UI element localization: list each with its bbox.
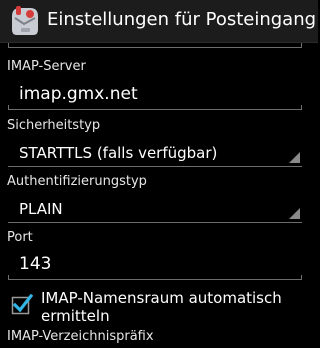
security-type-value: STARTTLS (falls verfügbar) bbox=[19, 144, 218, 162]
imap-server-input[interactable]: imap.gmx.net bbox=[8, 80, 302, 110]
dropdown-arrow-icon bbox=[289, 152, 300, 163]
security-type-label: Sicherheitstyp bbox=[7, 118, 101, 133]
imap-server-label: IMAP-Server bbox=[7, 59, 86, 74]
security-type-spinner[interactable]: STARTTLS (falls verfügbar) bbox=[8, 137, 302, 167]
port-input[interactable]: 143 bbox=[8, 250, 302, 280]
port-label: Port bbox=[7, 230, 33, 245]
auto-namespace-checkbox[interactable] bbox=[11, 293, 34, 315]
port-value: 143 bbox=[19, 254, 52, 274]
auth-type-spinner[interactable]: PLAIN bbox=[8, 193, 302, 223]
auto-namespace-label[interactable]: IMAP-Namensraum automatisch ermitteln bbox=[41, 289, 311, 325]
imap-server-value: imap.gmx.net bbox=[19, 84, 138, 104]
dropdown-arrow-icon bbox=[289, 208, 300, 219]
auth-type-label: Authentifizierungstyp bbox=[7, 174, 147, 189]
previous-field-remnant bbox=[8, 18, 302, 48]
path-prefix-label: IMAP-Verzeichnispräfix bbox=[7, 329, 154, 344]
auth-type-value: PLAIN bbox=[19, 200, 63, 218]
